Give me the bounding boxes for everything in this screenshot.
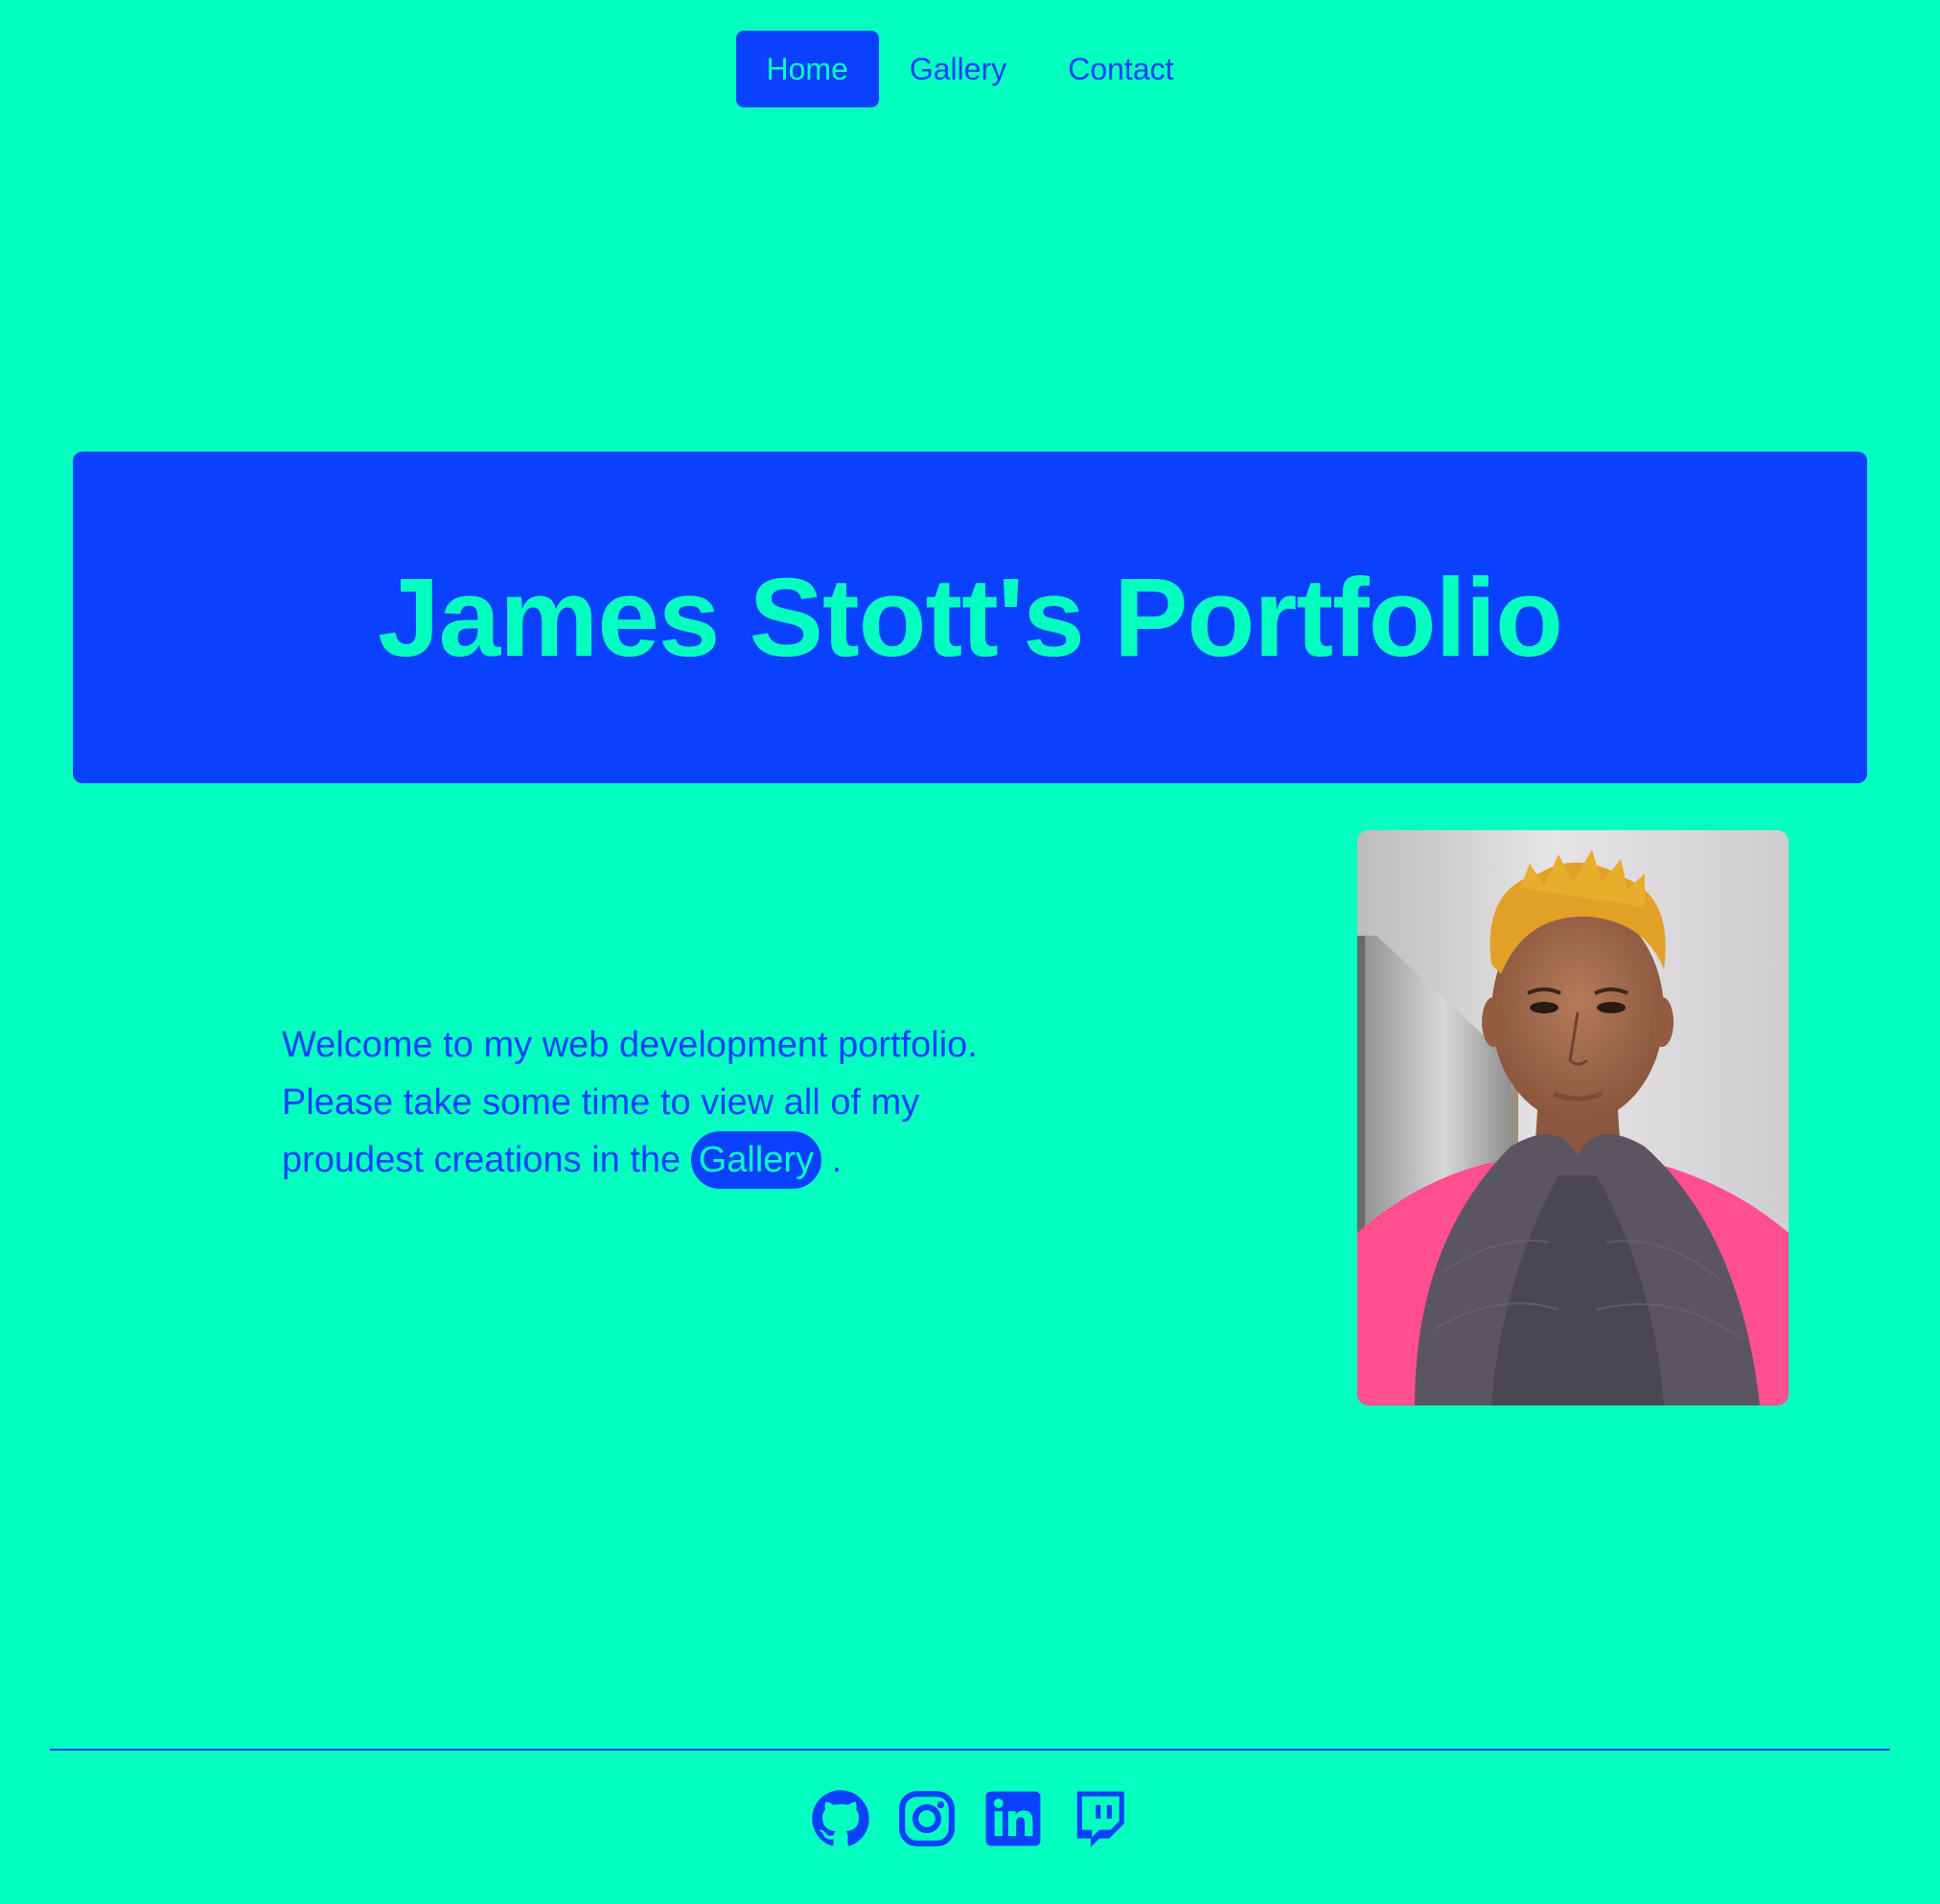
intro-text-end: . — [831, 1140, 843, 1180]
instagram-icon — [899, 1791, 955, 1846]
portrait-photo — [1357, 830, 1789, 1405]
page-title: James Stott's Portfolio — [378, 555, 1563, 680]
nav-home-link[interactable]: Home — [735, 31, 879, 107]
instagram-link[interactable] — [897, 1789, 957, 1848]
social-links — [0, 1789, 1940, 1848]
top-navigation: Home Gallery Contact — [0, 31, 1940, 107]
footer-divider — [50, 1749, 1890, 1751]
linkedin-link[interactable] — [983, 1789, 1043, 1848]
github-icon — [812, 1790, 869, 1846]
intro-text: Welcome to my web development portfolio.… — [282, 1025, 978, 1180]
github-link[interactable] — [811, 1789, 870, 1848]
intro-paragraph: Welcome to my web development portfolio.… — [282, 1016, 1068, 1189]
linkedin-icon — [985, 1791, 1041, 1846]
portrait-illustration — [1357, 830, 1789, 1405]
gallery-inline-link[interactable]: Gallery — [690, 1131, 822, 1189]
nav-contact-link[interactable]: Contact — [1037, 31, 1204, 107]
twitch-icon — [1076, 1791, 1124, 1847]
nav-gallery-link[interactable]: Gallery — [879, 31, 1037, 107]
twitch-link[interactable] — [1070, 1789, 1129, 1848]
hero-banner: James Stott's Portfolio — [73, 452, 1867, 783]
nav-list: Home Gallery Contact — [735, 31, 1205, 107]
